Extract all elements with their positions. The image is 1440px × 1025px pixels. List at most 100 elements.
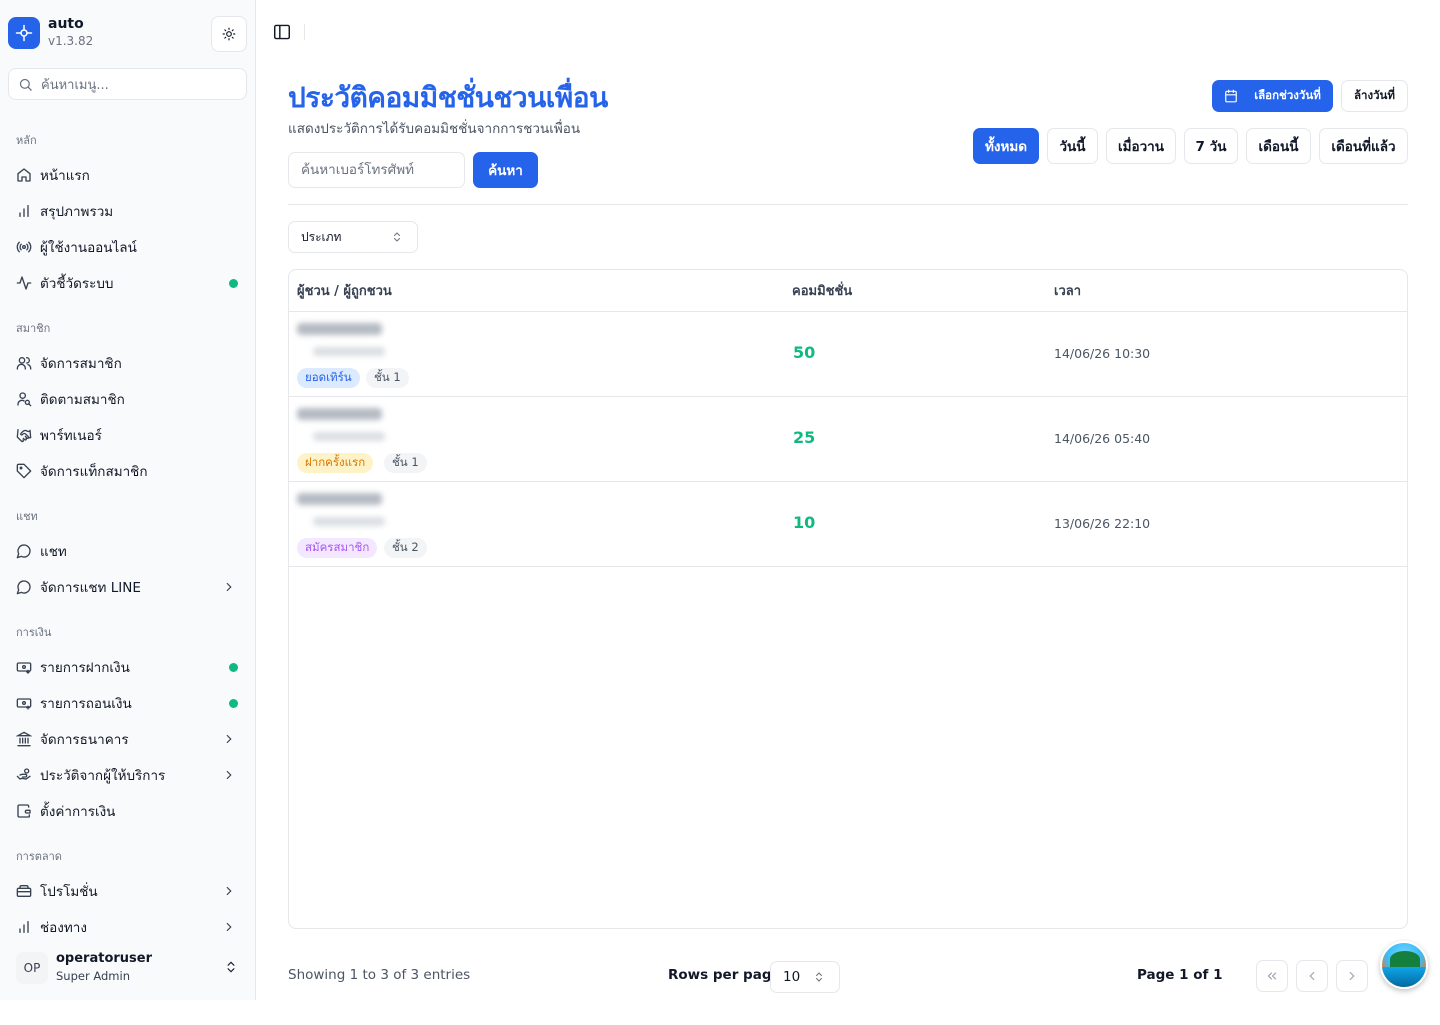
sidebar-item-label: ผู้ใช้งานออนไลน์ bbox=[40, 240, 137, 256]
column-header-time: เวลา bbox=[1054, 284, 1082, 299]
rows-per-page-select[interactable]: 10 bbox=[770, 961, 840, 993]
app-logo-icon bbox=[8, 17, 40, 49]
chevron-right-icon bbox=[1349, 971, 1355, 981]
sidebar-item-online-users[interactable]: ผู้ใช้งานออนไลน์ bbox=[8, 231, 248, 263]
sidebar-item-withdrawals[interactable]: รายการถอนเงิน bbox=[8, 687, 248, 719]
sidebar-item-chat[interactable]: แชท bbox=[8, 535, 248, 567]
chevron-left-icon bbox=[1309, 971, 1315, 981]
clear-date-button[interactable]: ล้างวันที่ bbox=[1341, 80, 1408, 112]
sidebar-item-line-chat[interactable]: จัดการแชท LINE bbox=[8, 571, 248, 603]
level-badge: ชั้น 2 bbox=[384, 538, 427, 558]
next-page-button[interactable] bbox=[1336, 960, 1368, 992]
sidebar-item-label: จัดการแชท LINE bbox=[40, 580, 141, 596]
referee-phone-blurred bbox=[313, 432, 385, 441]
avatar: OP bbox=[16, 952, 48, 984]
type-select[interactable]: ประเภท bbox=[288, 221, 418, 253]
first-page-button[interactable] bbox=[1256, 960, 1288, 992]
commission-amount: 50 bbox=[793, 343, 816, 362]
sidebar-item-partners[interactable]: พาร์ทเนอร์ bbox=[8, 419, 248, 451]
app-name: auto bbox=[48, 16, 84, 32]
calendar-icon bbox=[1225, 89, 1238, 103]
sidebar-item-channels[interactable]: ช่องทาง bbox=[8, 911, 248, 943]
table-row[interactable]: ฝากครั้งแรก ชั้น 1 25 14/06/26 05:40 bbox=[289, 397, 1407, 482]
type-badge: สมัครสมาชิก bbox=[297, 538, 378, 558]
referrer-phone-blurred bbox=[297, 323, 382, 335]
sidebar-item-home[interactable]: หน้าแรก bbox=[8, 159, 248, 191]
filter-7days-button[interactable]: 7 วัน bbox=[1184, 128, 1238, 164]
divider bbox=[288, 204, 1408, 205]
chevron-right-icon bbox=[226, 922, 232, 932]
tag-icon bbox=[16, 463, 32, 479]
referee-phone-blurred bbox=[313, 347, 385, 356]
table-row[interactable]: ยอดเทิร์น ชั้น 1 50 14/06/26 10:30 bbox=[289, 312, 1407, 397]
hand-coins-icon bbox=[16, 767, 32, 783]
sidebar-item-manage-members[interactable]: จัดการสมาชิก bbox=[8, 347, 248, 379]
app-version: v1.3.82 bbox=[48, 34, 94, 48]
menu-search-input[interactable] bbox=[41, 75, 241, 95]
sidebar-item-deposits[interactable]: รายการฝากเงิน bbox=[8, 651, 248, 683]
filter-today-button[interactable]: วันนี้ bbox=[1047, 128, 1098, 164]
floating-island-widget-icon[interactable] bbox=[1380, 941, 1428, 989]
activity-icon bbox=[16, 275, 32, 291]
date-range-label: เลือกช่วงวันที่ bbox=[1254, 88, 1321, 102]
sidebar-item-overview[interactable]: สรุปภาพรวม bbox=[8, 195, 248, 227]
section-label-members: สมาชิก bbox=[16, 322, 51, 335]
filter-yesterday-button[interactable]: เมื่อวาน bbox=[1106, 128, 1176, 164]
rows-per-page-label: Rows per page bbox=[668, 967, 781, 983]
chevron-right-icon bbox=[226, 886, 232, 896]
sidebar-item-track-members[interactable]: ติดตามสมาชิก bbox=[8, 383, 248, 415]
status-dot bbox=[229, 699, 238, 708]
sidebar-item-member-tags[interactable]: จัดการแท็กสมาชิก bbox=[8, 455, 248, 487]
time-cell: 14/06/26 05:40 bbox=[1054, 431, 1151, 446]
user-menu[interactable]: OP operatoruser Super Admin bbox=[8, 946, 248, 990]
chevron-right-icon bbox=[226, 582, 232, 592]
sidebar-item-label: ติดตามสมาชิก bbox=[40, 392, 125, 408]
chevrons-up-down-icon bbox=[816, 972, 822, 982]
page-title: ประวัติคอมมิชชั่นชวนเพื่อน bbox=[288, 81, 608, 114]
commission-amount: 10 bbox=[793, 513, 816, 532]
type-select-value: ประเภท bbox=[301, 229, 342, 244]
table-row[interactable]: สมัครสมาชิก ชั้น 2 10 13/06/26 22:10 bbox=[289, 482, 1407, 567]
sidebar: auto v1.3.82 หลัก หน้าแรก สรุปภาพรวม ผู้… bbox=[0, 0, 256, 1000]
type-badge: ฝากครั้งแรก bbox=[297, 453, 374, 473]
sidebar-item-label: แชท bbox=[40, 544, 67, 560]
sidebar-item-label: ประวัติจากผู้ให้บริการ bbox=[40, 768, 166, 784]
users-icon bbox=[16, 355, 32, 371]
sidebar-item-provider-history[interactable]: ประวัติจากผู้ให้บริการ bbox=[8, 759, 248, 791]
sidebar-item-label: รายการถอนเงิน bbox=[40, 696, 132, 712]
theme-toggle-button[interactable] bbox=[211, 16, 247, 52]
commission-amount: 25 bbox=[793, 428, 816, 447]
sidebar-item-label: รายการฝากเงิน bbox=[40, 660, 130, 676]
filter-all-button[interactable]: ทั้งหมด bbox=[973, 128, 1039, 164]
phone-search-input[interactable] bbox=[288, 152, 465, 188]
gift-card-icon bbox=[16, 883, 32, 899]
type-badge: ยอดเทิร์น bbox=[297, 368, 360, 388]
referrer-phone-blurred bbox=[297, 408, 382, 420]
section-label-finance: การเงิน bbox=[16, 626, 52, 639]
sidebar-item-finance-settings[interactable]: ตั้งค่าการเงิน bbox=[8, 795, 248, 827]
sidebar-toggle-button[interactable] bbox=[272, 23, 292, 41]
search-button[interactable]: ค้นหา bbox=[473, 152, 538, 188]
sidebar-item-banks[interactable]: จัดการธนาคาร bbox=[8, 723, 248, 755]
rows-per-page-value: 10 bbox=[783, 969, 801, 985]
bar-chart-icon bbox=[16, 919, 32, 935]
topbar-divider bbox=[304, 24, 305, 40]
handshake-icon bbox=[16, 427, 32, 443]
wallet-icon bbox=[16, 803, 32, 819]
broadcast-icon bbox=[16, 239, 32, 255]
status-dot bbox=[229, 279, 238, 288]
sidebar-item-system-metrics[interactable]: ตัวชี้วัดระบบ bbox=[8, 267, 248, 299]
widget-palm bbox=[1390, 951, 1420, 967]
filter-this-month-button[interactable]: เดือนนี้ bbox=[1246, 128, 1311, 164]
previous-page-button[interactable] bbox=[1296, 960, 1328, 992]
time-cell: 13/06/26 22:10 bbox=[1054, 516, 1151, 531]
panel-left-icon bbox=[274, 24, 290, 40]
menu-search[interactable] bbox=[8, 68, 247, 100]
sidebar-item-label: โปรโมชั่น bbox=[40, 884, 98, 900]
date-range-button[interactable]: เลือกช่วงวันที่ bbox=[1212, 80, 1333, 112]
level-badge: ชั้น 1 bbox=[366, 368, 409, 388]
sidebar-item-promotions[interactable]: โปรโมชั่น bbox=[8, 875, 248, 907]
filter-last-month-button[interactable]: เดือนที่แล้ว bbox=[1319, 128, 1408, 164]
landmark-icon bbox=[16, 731, 32, 747]
sidebar-item-label: จัดการธนาคาร bbox=[40, 732, 129, 748]
